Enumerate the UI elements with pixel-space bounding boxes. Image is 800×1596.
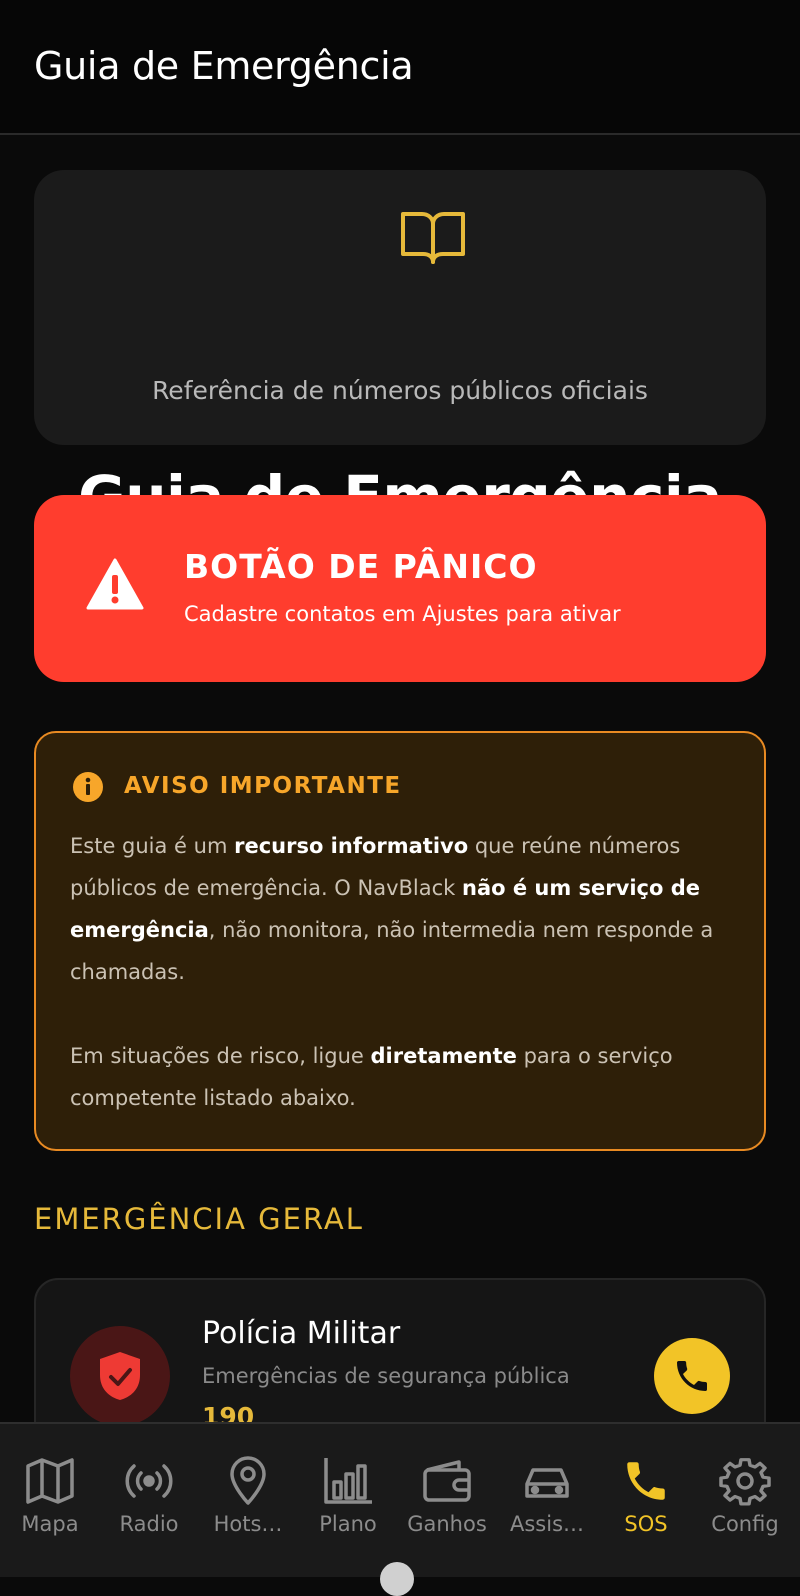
tab-config[interactable]: Config [695,1424,795,1554]
tab-label: Assis… [509,1512,585,1536]
call-button[interactable] [654,1338,730,1414]
tab-assistencia[interactable]: Assis… [497,1424,597,1554]
map-icon [26,1458,74,1504]
important-notice: AVISO IMPORTANTE Este guia é um recurso … [34,731,766,1151]
radio-icon [125,1464,173,1498]
car-icon [525,1468,569,1498]
home-indicator [380,1562,414,1596]
tab-ganhos[interactable]: Ganhos [397,1424,497,1554]
book-open-icon [401,212,465,264]
notice-emphasis: diretamente [370,1044,517,1068]
tab-mapa[interactable]: Mapa [0,1424,100,1554]
info-circle-icon [73,772,103,802]
tab-label: Config [711,1512,779,1536]
contact-description: Emergências de segurança pública [202,1364,570,1388]
wallet-icon [423,1460,471,1502]
tab-label: Radio [119,1512,179,1536]
bar-chart-icon [324,1458,372,1504]
tab-label: Ganhos [407,1512,487,1536]
panic-subtitle: Cadastre contatos em Ajustes para ativar [184,602,621,626]
guide-subtitle: Referência de números públicos oficiais [152,376,648,405]
app-bar: Guia de Emergência [0,0,800,135]
notice-text: Em situações de risco, ligue [70,1044,371,1068]
contact-badge [70,1326,170,1426]
notice-paragraph-2: Em situações de risco, ligue diretamente… [70,1035,730,1119]
section-title-general-emergency: EMERGÊNCIA GERAL [34,1202,364,1236]
warning-triangle-icon [86,558,144,610]
tab-hotspots[interactable]: Hots… [198,1424,298,1554]
tab-plano[interactable]: Plano [298,1424,398,1554]
bottom-tab-bar: Mapa Radio Hots… Plano Ganhos Assis… SOS… [0,1422,800,1577]
phone-icon [677,1361,707,1391]
location-pin-icon [230,1456,266,1505]
notice-text: Este guia é um [70,834,235,858]
tab-radio[interactable]: Radio [99,1424,199,1554]
notice-title: AVISO IMPORTANTE [124,773,402,799]
tab-label: Hots… [213,1512,283,1536]
guide-header-card: Guia de Emergência Referência de números… [34,170,766,531]
tab-sos[interactable]: SOS [596,1424,696,1554]
contact-name: Polícia Militar [202,1316,401,1351]
app-bar-title: Guia de Emergência [34,44,414,88]
tab-label: SOS [624,1512,668,1536]
notice-body: Este guia é um recurso informativo que r… [70,825,730,1119]
shield-check-icon [100,1352,140,1400]
panic-title: BOTÃO DE PÂNICO [184,547,538,586]
gear-icon [719,1458,771,1506]
notice-paragraph-1: Este guia é um recurso informativo que r… [70,825,730,993]
notice-emphasis: recurso informativo [234,834,469,858]
panic-button[interactable]: BOTÃO DE PÂNICO Cadastre contatos em Aju… [34,495,766,682]
phone-icon [627,1462,665,1500]
tab-label: Plano [319,1512,377,1536]
tab-label: Mapa [21,1512,79,1536]
